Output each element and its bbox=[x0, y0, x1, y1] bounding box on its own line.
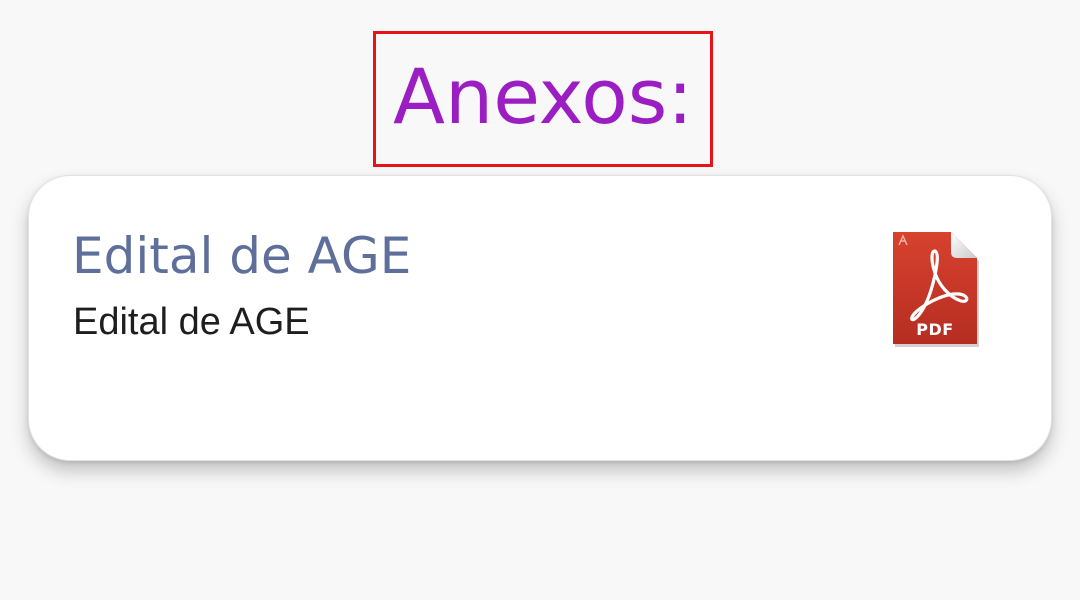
attachment-description: Edital de AGE bbox=[73, 301, 310, 343]
pdf-type-label: PDF bbox=[916, 320, 954, 339]
page-title-frame: Anexos: bbox=[373, 31, 713, 167]
attachment-title: Edital de AGE bbox=[72, 227, 412, 285]
page-title: Anexos: bbox=[393, 52, 693, 141]
attachment-card[interactable]: Edital de AGE Edital de AGE PDF bbox=[28, 175, 1052, 461]
pdf-file-icon[interactable]: PDF bbox=[891, 231, 981, 349]
